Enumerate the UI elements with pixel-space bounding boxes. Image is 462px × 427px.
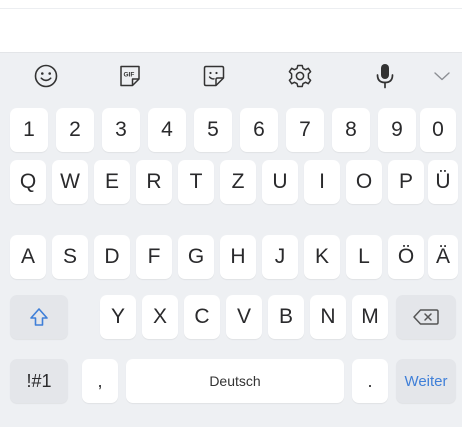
key-7[interactable]: 7 [286, 108, 324, 152]
key-y[interactable]: Y [100, 295, 136, 339]
gif-label: GIF [124, 72, 135, 79]
key-h[interactable]: H [220, 235, 256, 279]
key-x[interactable]: X [142, 295, 178, 339]
key-1[interactable]: 1 [10, 108, 48, 152]
shift-key[interactable] [10, 295, 68, 339]
backspace-key[interactable] [396, 295, 456, 339]
gif-icon[interactable]: GIF [113, 59, 147, 93]
key-0[interactable]: 0 [420, 108, 456, 152]
key-m[interactable]: M [352, 295, 388, 339]
key-u[interactable]: U [262, 160, 298, 204]
key-i[interactable]: I [304, 160, 340, 204]
key-2[interactable]: 2 [56, 108, 94, 152]
shift-arrow-icon [30, 308, 48, 326]
key-5[interactable]: 5 [194, 108, 232, 152]
key-6[interactable]: 6 [240, 108, 278, 152]
key-o[interactable]: O [346, 160, 382, 204]
key-k[interactable]: K [304, 235, 340, 279]
key-p[interactable]: P [388, 160, 424, 204]
microphone-icon[interactable] [368, 59, 402, 93]
key-g[interactable]: G [178, 235, 214, 279]
settings-icon[interactable] [283, 59, 317, 93]
key-c[interactable]: C [184, 295, 220, 339]
key-b[interactable]: B [268, 295, 304, 339]
key-q[interactable]: Q [10, 160, 46, 204]
key-oe[interactable]: Ö [388, 235, 424, 279]
key-n[interactable]: N [310, 295, 346, 339]
backspace-icon [413, 309, 439, 325]
key-ue[interactable]: Ü [428, 160, 458, 204]
key-8[interactable]: 8 [332, 108, 370, 152]
screen: G I F 1 2 3 4 5 6 7 8 9 0 Q W E R T Z U I … [0, 0, 462, 427]
sticker-icon[interactable] [197, 59, 231, 93]
key-ae[interactable]: Ä [428, 235, 458, 279]
key-s[interactable]: S [52, 235, 88, 279]
keyboard: 1 2 3 4 5 6 7 8 9 0 Q W E R T Z U I O P … [0, 98, 462, 427]
chevron-down-icon[interactable] [425, 59, 459, 93]
symbols-key[interactable]: !#1 [10, 359, 68, 403]
key-t[interactable]: T [178, 160, 214, 204]
key-3[interactable]: 3 [102, 108, 140, 152]
keyboard-toolbar: GIF [0, 53, 462, 98]
text-input-area[interactable] [0, 0, 462, 53]
period-key[interactable]: . [352, 359, 388, 403]
key-r[interactable]: R [136, 160, 172, 204]
key-f[interactable]: F [136, 235, 172, 279]
key-e[interactable]: E [94, 160, 130, 204]
key-a[interactable]: A [10, 235, 46, 279]
comma-key[interactable]: , [82, 359, 118, 403]
key-9[interactable]: 9 [378, 108, 416, 152]
key-4[interactable]: 4 [148, 108, 186, 152]
key-l[interactable]: L [346, 235, 382, 279]
key-v[interactable]: V [226, 295, 262, 339]
emoji-icon[interactable] [29, 59, 63, 93]
space-key[interactable]: Deutsch [126, 359, 344, 403]
enter-key[interactable]: Weiter [396, 359, 456, 403]
key-j[interactable]: J [262, 235, 298, 279]
key-w[interactable]: W [52, 160, 88, 204]
key-z[interactable]: Z [220, 160, 256, 204]
key-d[interactable]: D [94, 235, 130, 279]
divider [0, 8, 462, 9]
